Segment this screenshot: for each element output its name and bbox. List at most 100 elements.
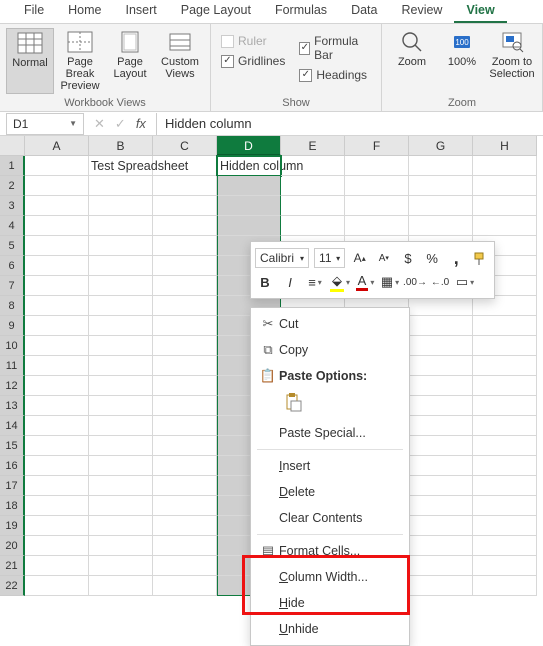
cell[interactable] [473, 536, 537, 556]
cell[interactable] [89, 256, 153, 276]
menu-clear-contents[interactable]: Clear Contents [251, 505, 409, 531]
cell[interactable] [25, 296, 89, 316]
cell[interactable] [473, 376, 537, 396]
cell[interactable] [89, 176, 153, 196]
cell[interactable] [473, 296, 537, 316]
shrink-font-icon[interactable]: A▾ [374, 248, 393, 268]
normal-view-button[interactable]: Normal [6, 28, 54, 94]
formula-bar[interactable]: Hidden column [156, 113, 543, 135]
cell[interactable] [409, 356, 473, 376]
cell[interactable] [153, 516, 217, 536]
bold-button[interactable]: B [255, 272, 275, 292]
cell[interactable] [25, 176, 89, 196]
tab-review[interactable]: Review [389, 0, 454, 23]
row-header[interactable]: 12 [0, 376, 25, 396]
font-color-button[interactable]: A [355, 272, 375, 292]
cell[interactable] [89, 496, 153, 516]
cell[interactable] [153, 176, 217, 196]
italic-button[interactable]: I [280, 272, 300, 292]
cell[interactable] [409, 556, 473, 576]
cell[interactable] [153, 456, 217, 476]
merge-button[interactable]: ▭ [455, 272, 475, 292]
cell[interactable] [217, 216, 281, 236]
tab-home[interactable]: Home [56, 0, 113, 23]
cell[interactable] [473, 196, 537, 216]
cell[interactable] [409, 216, 473, 236]
tab-insert[interactable]: Insert [114, 0, 169, 23]
cancel-icon[interactable]: ✕ [94, 116, 105, 132]
col-header-e[interactable]: E [281, 136, 345, 156]
cell[interactable] [409, 476, 473, 496]
cell[interactable] [409, 396, 473, 416]
cell[interactable] [473, 556, 537, 576]
cell[interactable] [25, 416, 89, 436]
cell[interactable] [409, 456, 473, 476]
cell[interactable] [153, 216, 217, 236]
menu-paste-special[interactable]: Paste Special... [251, 420, 409, 446]
menu-insert[interactable]: Insert [251, 453, 409, 479]
cell[interactable] [473, 176, 537, 196]
cell[interactable] [25, 256, 89, 276]
zoom100-button[interactable]: 100 100% [438, 28, 486, 94]
cell[interactable] [153, 256, 217, 276]
gridlines-checkbox[interactable]: ✓Gridlines [221, 54, 285, 68]
row-header[interactable]: 19 [0, 516, 25, 536]
cell[interactable] [409, 336, 473, 356]
cell[interactable] [25, 216, 89, 236]
cell[interactable] [89, 536, 153, 556]
cell[interactable] [153, 416, 217, 436]
cell[interactable] [89, 196, 153, 216]
paste-default-icon[interactable] [281, 391, 305, 415]
cell[interactable] [409, 436, 473, 456]
cell[interactable] [345, 196, 409, 216]
cell[interactable] [281, 176, 345, 196]
cell[interactable] [89, 476, 153, 496]
cell[interactable] [153, 296, 217, 316]
align-button[interactable]: ≡ [305, 272, 325, 292]
tab-view[interactable]: View [454, 0, 506, 23]
cell[interactable]: Hidden column [217, 156, 281, 176]
accounting-format-icon[interactable]: $ [398, 248, 417, 268]
zoom-to-selection-button[interactable]: Zoom to Selection [488, 28, 536, 94]
cell[interactable] [345, 176, 409, 196]
cell[interactable] [89, 216, 153, 236]
cell[interactable] [281, 196, 345, 216]
row-header[interactable]: 2 [0, 176, 25, 196]
cell[interactable] [89, 316, 153, 336]
cell[interactable] [25, 556, 89, 576]
row-header[interactable]: 13 [0, 396, 25, 416]
comma-format-icon[interactable]: , [447, 248, 466, 268]
cell[interactable] [153, 396, 217, 416]
grow-font-icon[interactable]: A▴ [350, 248, 369, 268]
row-header[interactable]: 21 [0, 556, 25, 576]
col-header-g[interactable]: G [409, 136, 473, 156]
cell[interactable] [25, 196, 89, 216]
cell[interactable] [153, 536, 217, 556]
row-header[interactable]: 20 [0, 536, 25, 556]
col-header-h[interactable]: H [473, 136, 537, 156]
cell[interactable] [409, 156, 473, 176]
cell[interactable] [25, 476, 89, 496]
cell[interactable] [89, 516, 153, 536]
row-header[interactable]: 3 [0, 196, 25, 216]
cell[interactable] [89, 296, 153, 316]
cell[interactable] [473, 496, 537, 516]
col-header-f[interactable]: F [345, 136, 409, 156]
zoom-button[interactable]: Zoom [388, 28, 436, 94]
cell[interactable] [473, 216, 537, 236]
menu-format-cells[interactable]: ▤Format Cells... [251, 538, 409, 564]
cell[interactable] [153, 576, 217, 596]
cell[interactable] [153, 556, 217, 576]
row-header[interactable]: 17 [0, 476, 25, 496]
font-size-combo[interactable]: 11▾ [314, 248, 345, 268]
cell[interactable]: Test Spreadsheet [89, 156, 153, 176]
row-header[interactable]: 4 [0, 216, 25, 236]
cell[interactable] [25, 536, 89, 556]
cell[interactable] [217, 196, 281, 216]
cell[interactable] [25, 156, 89, 176]
cell[interactable] [473, 396, 537, 416]
name-box[interactable]: D1▼ [6, 113, 84, 135]
cell[interactable] [473, 456, 537, 476]
cell[interactable] [25, 396, 89, 416]
menu-column-width[interactable]: Column Width... [251, 564, 409, 590]
